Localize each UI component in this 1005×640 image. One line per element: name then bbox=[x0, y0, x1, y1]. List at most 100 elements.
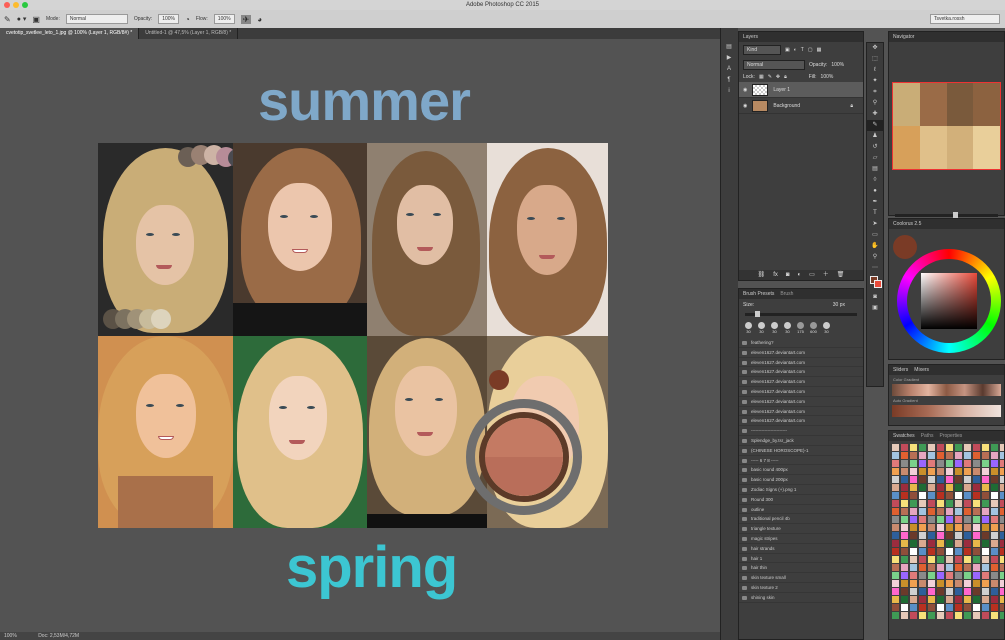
lock-pixels-icon[interactable]: ▦ bbox=[759, 74, 764, 80]
new-layer-icon[interactable]: ＋ bbox=[823, 270, 829, 280]
trash-icon[interactable]: 🗑︎ bbox=[837, 270, 845, 280]
doc-size[interactable]: Doc: 2,53M/4,72M bbox=[38, 633, 79, 639]
filter-smart-icon[interactable]: ▦ bbox=[817, 47, 822, 53]
history-brush-icon[interactable]: ↺ bbox=[867, 142, 883, 153]
brush-preset-item[interactable]: eleven1627.deviantart.com bbox=[739, 416, 863, 427]
type-tool-icon[interactable]: T bbox=[867, 208, 883, 219]
brush-preset-item[interactable]: Round 300 bbox=[739, 495, 863, 505]
brush-preset-item[interactable]: feathering? bbox=[739, 338, 863, 348]
path-select-icon[interactable]: ➤ bbox=[867, 219, 883, 230]
brush-tool-icon[interactable]: ✎ bbox=[867, 120, 883, 131]
mode-select[interactable]: Normal bbox=[65, 14, 128, 24]
navigator-zoom-slider[interactable] bbox=[895, 212, 998, 219]
tab-document-1[interactable]: cvetotip_svetlee_leto_1.jpg @ 100% (Laye… bbox=[0, 28, 140, 39]
brush-tool-icon[interactable]: ✎ bbox=[4, 15, 11, 24]
brush-preset-item[interactable]: basic round 200px bbox=[739, 475, 863, 485]
brush-tip[interactable]: 600 bbox=[810, 322, 817, 334]
brush-preset-item[interactable]: Zodiac Signs (+).png 1 bbox=[739, 485, 863, 495]
brush-preset-item[interactable]: eleven1627.deviantart.com bbox=[739, 358, 863, 368]
brush-preset-item[interactable]: hair strands bbox=[739, 544, 863, 554]
layer-name[interactable]: Background bbox=[773, 103, 800, 109]
brush-tip[interactable]: 30 bbox=[745, 322, 752, 334]
shape-tool-icon[interactable]: ▭ bbox=[867, 230, 883, 241]
brush-preset-item[interactable]: eleven1627.deviantart.com bbox=[739, 387, 863, 397]
brush-preset-item[interactable]: shining skin bbox=[739, 593, 863, 603]
mask-icon[interactable]: ◙ bbox=[786, 270, 790, 280]
brush-preset-item[interactable]: outline bbox=[739, 505, 863, 515]
brush-size-slider[interactable] bbox=[745, 311, 857, 317]
tab-brush[interactable]: Brush bbox=[780, 289, 793, 299]
tab-swatches[interactable]: Swatches bbox=[893, 431, 915, 441]
coolorus-title[interactable]: Coolorus 2.5 bbox=[889, 219, 1004, 229]
brush-preset-item[interactable]: eleven1627.deviantart.com bbox=[739, 377, 863, 387]
brush-preset-item[interactable]: ------------------------ bbox=[739, 426, 863, 436]
layers-panel-title[interactable]: Layers bbox=[739, 32, 863, 42]
brush-preset-item[interactable]: traditional pencil 4b bbox=[739, 514, 863, 525]
filter-pixel-icon[interactable]: ▣ bbox=[785, 47, 790, 53]
workspace-select[interactable]: Tsvetka.rossh bbox=[930, 14, 1000, 24]
brush-preset-item[interactable]: hair 1 bbox=[739, 554, 863, 564]
flow-field[interactable]: 100% bbox=[213, 14, 235, 24]
blend-mode-select[interactable]: Normal bbox=[743, 60, 805, 70]
airbrush-icon[interactable]: ✈ bbox=[240, 14, 252, 24]
pressure-opacity-icon[interactable]: ◔ bbox=[185, 15, 190, 24]
crop-tool-icon[interactable]: ⌗ bbox=[867, 87, 883, 98]
close-window-button[interactable] bbox=[4, 2, 10, 8]
brush-preset-item[interactable]: triangle texture bbox=[739, 524, 863, 534]
color-wheel[interactable] bbox=[897, 249, 1001, 353]
link-layers-icon[interactable]: ⛓ bbox=[758, 270, 766, 280]
saturation-brightness-square[interactable] bbox=[921, 273, 977, 329]
move-tool-icon[interactable]: ✥ bbox=[867, 43, 883, 54]
dodge-tool-icon[interactable]: ● bbox=[867, 186, 883, 197]
navigator-title[interactable]: Navigator bbox=[889, 32, 1004, 42]
blur-tool-icon[interactable]: ◊ bbox=[867, 175, 883, 186]
brush-preset-item[interactable]: hair thin bbox=[739, 563, 863, 574]
quick-select-tool-icon[interactable]: ✦ bbox=[867, 76, 883, 87]
brush-preset-item[interactable]: skin texture 2 bbox=[739, 583, 863, 593]
group-icon[interactable]: ▭ bbox=[809, 270, 815, 280]
brush-preset-item[interactable]: eleven1627.deviantart.com bbox=[739, 367, 863, 378]
healing-tool-icon[interactable]: ✚ bbox=[867, 109, 883, 120]
clone-stamp-icon[interactable]: ♟ bbox=[867, 131, 883, 142]
layer-opacity-field[interactable]: 100% bbox=[831, 62, 844, 68]
brush-preset-item[interactable]: skin texture small bbox=[739, 573, 863, 583]
brush-tip[interactable]: 30 bbox=[771, 322, 778, 334]
filter-adjustment-icon[interactable]: ◐ bbox=[794, 47, 797, 53]
marquee-tool-icon[interactable]: ⬚ bbox=[867, 54, 883, 65]
screen-mode-icon[interactable]: ▣ bbox=[867, 303, 883, 314]
brush-tip[interactable]: 30 bbox=[784, 322, 791, 334]
eye-icon[interactable]: ◉ bbox=[743, 87, 747, 93]
tab-properties[interactable]: Properties bbox=[939, 431, 962, 441]
navigator-preview[interactable] bbox=[892, 82, 1001, 170]
lasso-tool-icon[interactable]: ℓ bbox=[867, 65, 883, 76]
layer-row[interactable]: ◉ Background 🔒︎ bbox=[739, 98, 863, 114]
pen-tool-icon[interactable]: ✒ bbox=[867, 197, 883, 208]
minimize-window-button[interactable] bbox=[13, 2, 19, 8]
actions-icon[interactable]: ▶ bbox=[721, 53, 737, 64]
gradient-tool-icon[interactable]: ▤ bbox=[867, 164, 883, 175]
zoom-window-button[interactable] bbox=[22, 2, 28, 8]
eye-icon[interactable]: ◉ bbox=[743, 103, 747, 109]
layer-name[interactable]: Layer 1 bbox=[773, 87, 790, 93]
swatch-grid[interactable] bbox=[889, 441, 1004, 622]
brush-preset-item[interactable]: basic round 400px bbox=[739, 465, 863, 476]
eyedropper-tool-icon[interactable]: ⚲ bbox=[867, 98, 883, 109]
layer-fill-field[interactable]: 100% bbox=[821, 74, 834, 80]
brush-preset-picker[interactable]: ● ▾ bbox=[17, 15, 27, 23]
brush-preset-item[interactable]: ----- 6 7 8 ----- bbox=[739, 456, 863, 466]
auto-gradient-strip[interactable] bbox=[892, 405, 1001, 417]
lock-all-icon[interactable]: 🔒︎ bbox=[784, 74, 787, 80]
quick-mask-icon[interactable]: ◙ bbox=[867, 292, 883, 303]
color-gradient-strip[interactable] bbox=[892, 384, 1001, 396]
tab-paths[interactable]: Paths bbox=[921, 431, 934, 441]
brush-tip[interactable]: 30 bbox=[823, 322, 830, 334]
layer-row[interactable]: ◉ Layer 1 bbox=[739, 82, 863, 98]
fx-icon[interactable]: fx bbox=[773, 270, 778, 280]
brush-preset-item[interactable]: magic stripes bbox=[739, 534, 863, 544]
brush-panel-toggle-icon[interactable]: ▣ bbox=[32, 15, 40, 24]
history-icon[interactable]: ▤ bbox=[721, 42, 737, 53]
adjustment-icon[interactable]: ◐ bbox=[797, 270, 801, 280]
filter-type-icon[interactable]: T bbox=[801, 47, 804, 53]
filter-shape-icon[interactable]: ▢ bbox=[808, 47, 813, 53]
brush-preset-item[interactable]: eleven1627.deviantart.com bbox=[739, 407, 863, 417]
